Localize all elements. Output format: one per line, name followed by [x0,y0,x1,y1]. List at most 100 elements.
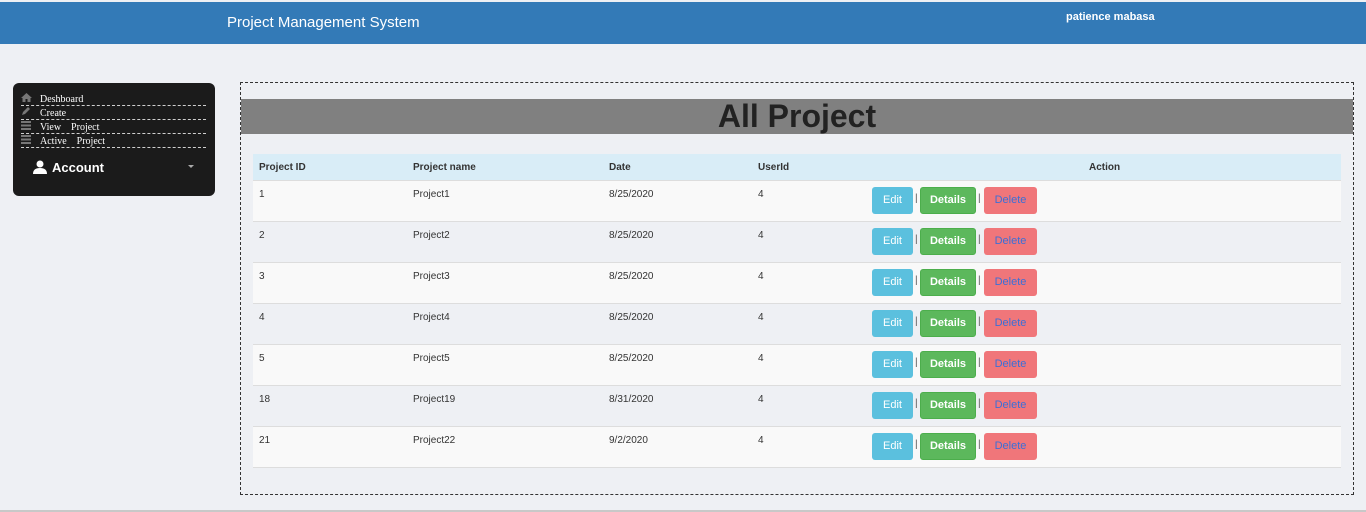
pencil-icon [21,107,32,116]
sidebar-item-label: Deshboard [40,94,84,105]
cell-project-name: Project3 [413,271,450,282]
cell-userid: 4 [758,435,764,446]
details-button[interactable]: Details [920,310,976,337]
cell-project-id: 21 [259,435,271,446]
app-title[interactable]: Project Management System [227,14,420,31]
delete-button[interactable]: Delete [984,310,1037,337]
cell-userid: 4 [758,394,764,405]
details-button[interactable]: Details [920,392,976,419]
caret-down-icon [188,165,194,168]
cell-project-name: Project19 [413,394,456,405]
sidebar-item-create[interactable]: Create [21,106,206,120]
edit-button[interactable]: Edit [872,392,913,419]
cell-date: 8/25/2020 [609,353,654,364]
action-separator: | [978,316,981,327]
cell-date: 9/2/2020 [609,435,648,446]
table-row: 5 Project5 8/25/2020 4 Edit | Details | Delete [253,345,1341,386]
user-icon [33,160,47,174]
column-header-date: Date [609,162,631,173]
edit-button[interactable]: Edit [872,433,913,460]
details-button[interactable]: Details [920,351,976,378]
cell-date: 8/31/2020 [609,394,654,405]
action-separator: | [978,193,981,204]
details-button[interactable]: Details [920,187,976,214]
sidebar: Deshboard Create View Project Active Pro… [13,83,215,196]
column-header-userid: UserId [758,162,790,173]
column-header-action: Action [1089,162,1121,173]
list-icon [21,135,32,144]
cell-userid: 4 [758,230,764,241]
cell-date: 8/25/2020 [609,189,654,200]
sidebar-item-active-project[interactable]: Active Project [21,134,206,148]
main-content: All Project Project ID Project name Date… [240,82,1354,495]
account-label: Account [52,160,104,175]
edit-button[interactable]: Edit [872,187,913,214]
action-separator: | [915,357,918,368]
cell-project-id: 4 [259,312,265,323]
cell-date: 8/25/2020 [609,271,654,282]
delete-button[interactable]: Delete [984,187,1037,214]
sidebar-item-dashboard[interactable]: Deshboard [21,92,206,106]
action-separator: | [978,275,981,286]
user-name[interactable]: patience mabasa [1066,11,1155,23]
edit-button[interactable]: Edit [872,310,913,337]
action-separator: | [915,398,918,409]
action-separator: | [978,357,981,368]
table-row: 4 Project4 8/25/2020 4 Edit | Details | Delete [253,304,1341,345]
cell-userid: 4 [758,271,764,282]
cell-project-name: Project22 [413,435,456,446]
sidebar-item-label: View Project [40,122,100,133]
sidebar-item-view-project[interactable]: View Project [21,120,206,134]
action-separator: | [915,316,918,327]
sidebar-item-label: Active Project [40,136,105,147]
cell-project-id: 18 [259,394,271,405]
cell-project-name: Project5 [413,353,450,364]
table-row: 18 Project19 8/31/2020 4 Edit | Details | Delete [253,386,1341,427]
column-header-project-name: Project name [413,162,476,173]
sidebar-item-label: Create [40,108,67,119]
edit-button[interactable]: Edit [872,351,913,378]
table-header: Project ID Project name Date UserId Acti… [253,154,1341,181]
cell-date: 8/25/2020 [609,312,654,323]
cell-project-id: 2 [259,230,265,241]
cell-project-name: Project4 [413,312,450,323]
action-separator: | [915,193,918,204]
details-button[interactable]: Details [920,433,976,460]
action-separator: | [978,234,981,245]
cell-userid: 4 [758,353,764,364]
action-separator: | [978,398,981,409]
table-row: 3 Project3 8/25/2020 4 Edit | Details | Delete [253,263,1341,304]
action-separator: | [915,439,918,450]
home-icon [21,93,32,102]
page-title: All Project [717,98,877,134]
table-row: 1 Project1 8/25/2020 4 Edit | Details | Delete [253,181,1341,222]
account-dropdown[interactable]: Account [33,159,203,177]
cell-date: 8/25/2020 [609,230,654,241]
action-separator: | [915,234,918,245]
top-navbar: Project Management System patience mabas… [0,2,1366,44]
projects-table: Project ID Project name Date UserId Acti… [253,154,1341,468]
details-button[interactable]: Details [920,269,976,296]
delete-button[interactable]: Delete [984,392,1037,419]
action-separator: | [915,275,918,286]
table-row: 2 Project2 8/25/2020 4 Edit | Details | Delete [253,222,1341,263]
delete-button[interactable]: Delete [984,269,1037,296]
column-header-project-id: Project ID [259,162,306,173]
edit-button[interactable]: Edit [872,269,913,296]
cell-project-id: 1 [259,189,265,200]
cell-project-name: Project2 [413,230,450,241]
cell-userid: 4 [758,189,764,200]
details-button[interactable]: Details [920,228,976,255]
cell-project-id: 5 [259,353,265,364]
delete-button[interactable]: Delete [984,228,1037,255]
action-separator: | [978,439,981,450]
page-banner: All Project [241,99,1353,134]
edit-button[interactable]: Edit [872,228,913,255]
table-body: 1 Project1 8/25/2020 4 Edit | Details | Delete 2 P… [253,181,1341,468]
delete-button[interactable]: Delete [984,433,1037,460]
cell-project-name: Project1 [413,189,450,200]
list-icon [21,121,32,130]
table-row: 21 Project22 9/2/2020 4 Edit | Details | Delete [253,427,1341,468]
cell-project-id: 3 [259,271,265,282]
delete-button[interactable]: Delete [984,351,1037,378]
